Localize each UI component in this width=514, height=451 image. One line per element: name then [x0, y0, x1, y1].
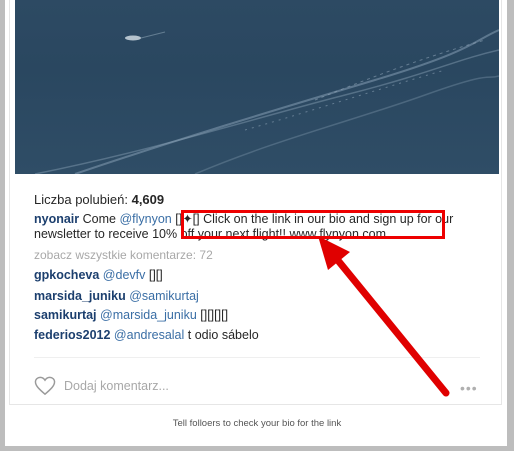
annotation-arrow: [318, 236, 450, 397]
footer-caption: Tell folloers to check your bio for the …: [172, 418, 342, 429]
